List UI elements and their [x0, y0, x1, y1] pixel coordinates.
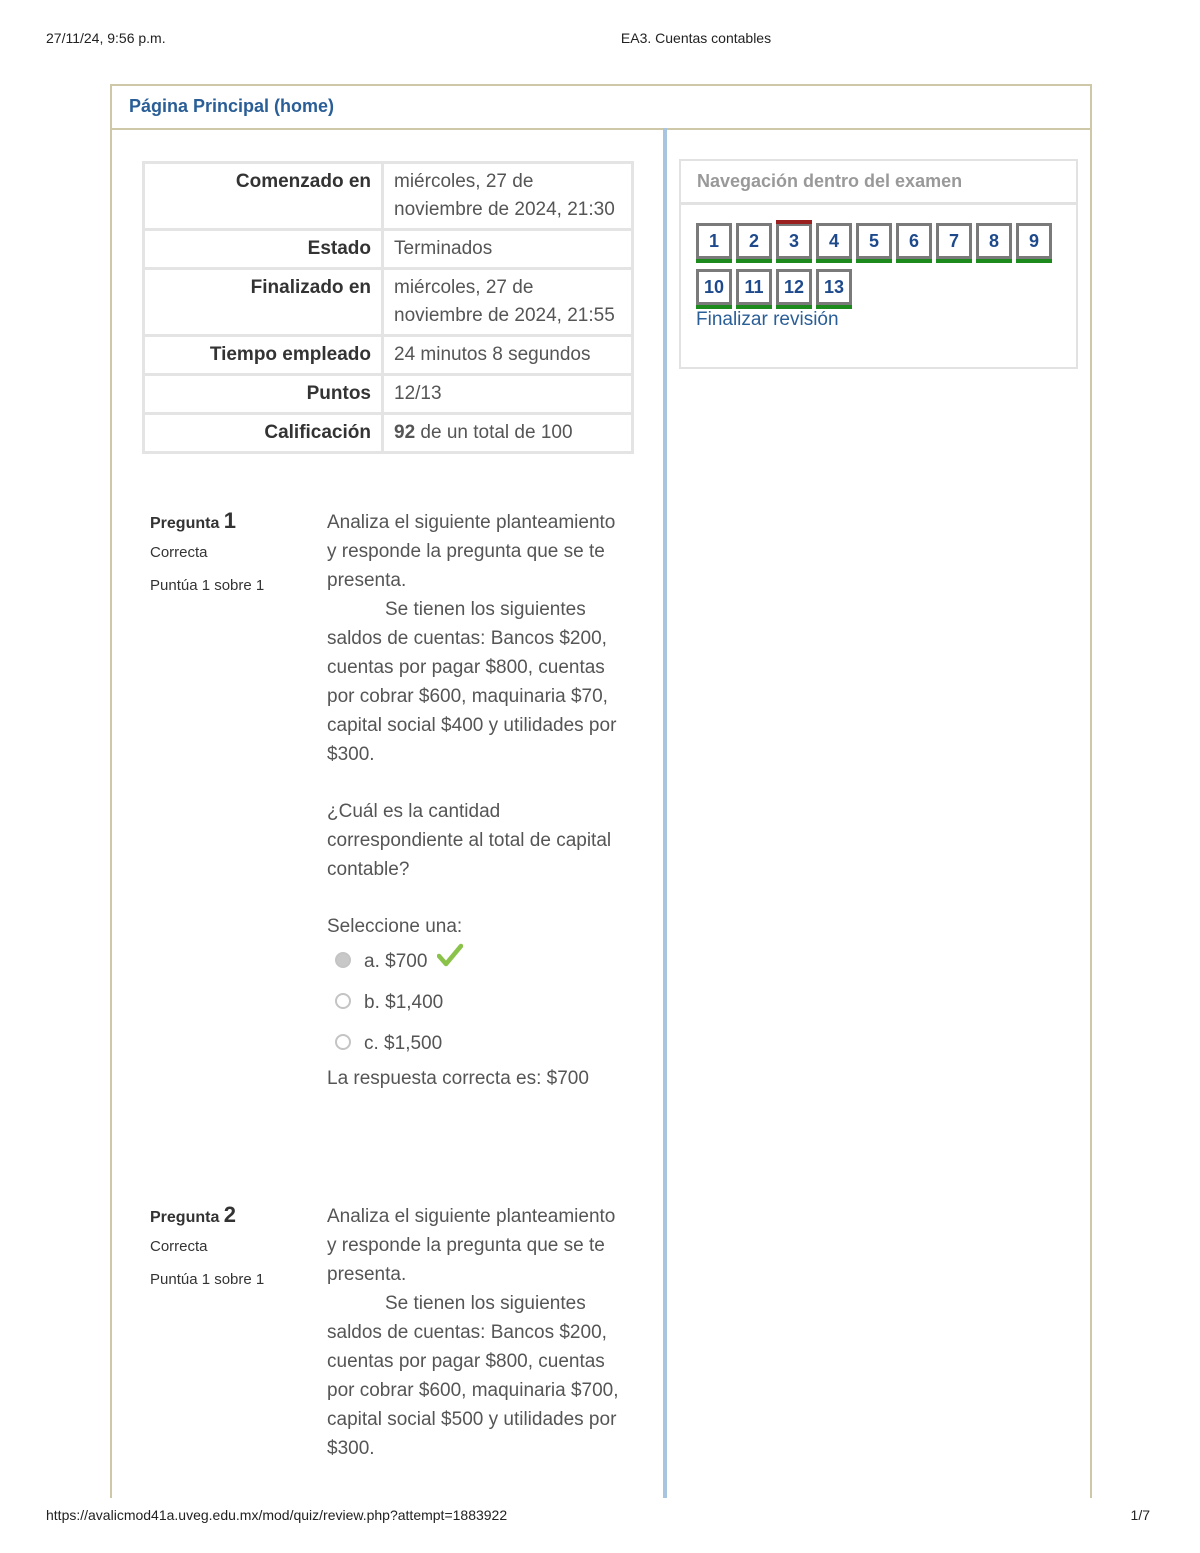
column-divider: [663, 128, 667, 1498]
summary-value: 92 de un total de 100: [381, 412, 634, 454]
summary-label: Finalizado en: [142, 267, 384, 337]
answer-option-a[interactable]: a. $700: [327, 941, 627, 982]
question-intro: Analiza el siguiente planteamiento y res…: [327, 1206, 616, 1285]
summary-value: 12/13: [381, 373, 634, 415]
question-number-value: 2: [223, 1202, 237, 1227]
question-label: Pregunta: [150, 515, 220, 532]
quiz-nav-button-11[interactable]: 11: [736, 269, 772, 309]
grade-suffix: de un total de 100: [415, 422, 573, 443]
question-prompt: ¿Cuál es la cantidad correspondiente al …: [327, 801, 612, 880]
summary-row-finished: Finalizado en miércoles, 27 de noviembre…: [142, 267, 634, 337]
finish-review-link[interactable]: Finalizar revisión: [696, 309, 839, 331]
summary-value: miércoles, 27 de noviembre de 2024, 21:3…: [381, 161, 634, 231]
attempt-summary-table: Comenzado en miércoles, 27 de noviembre …: [142, 161, 634, 454]
top-navbar: Página Principal (home): [112, 84, 1090, 130]
summary-value: 24 minutos 8 segundos: [381, 334, 634, 376]
page-frame: Página Principal (home) Comenzado en mié…: [110, 84, 1092, 1498]
quiz-nav-button-12[interactable]: 12: [776, 269, 812, 309]
print-url: https://avalicmod41a.uveg.edu.mx/mod/qui…: [46, 1507, 508, 1523]
question-state: Correcta: [150, 544, 208, 561]
print-header: 27/11/24, 9:56 p.m. EA3. Cuentas contabl…: [0, 30, 1200, 50]
radio-selected[interactable]: [335, 952, 351, 968]
summary-row-grade: Calificación 92 de un total de 100: [142, 412, 634, 454]
summary-label: Estado: [142, 228, 384, 270]
question-text: Analiza el siguiente planteamiento y res…: [327, 508, 627, 1093]
radio-unselected[interactable]: [335, 993, 351, 1009]
quiz-nav-button-6[interactable]: 6: [896, 223, 932, 263]
question-grade: Puntúa 1 sobre 1: [150, 1271, 265, 1288]
grade-number: 92: [394, 422, 416, 443]
question-info: Pregunta 2 Correcta Puntúa 1 sobre 1: [150, 1202, 310, 1288]
question-body: Se tienen los siguientes saldos de cuent…: [327, 599, 617, 765]
question-number: Pregunta 1: [150, 508, 310, 534]
quiz-nav-button-8[interactable]: 8: [976, 223, 1012, 263]
quiz-navigation-block: Navegación dentro del examen 1 2 3 4 5 6…: [679, 159, 1078, 369]
option-label: c. $1,500: [364, 1033, 443, 1054]
question-number: Pregunta 2: [150, 1202, 310, 1228]
option-label: a. $700: [364, 951, 428, 972]
question-grade: Puntúa 1 sobre 1: [150, 577, 265, 594]
option-label: b. $1,400: [364, 992, 444, 1013]
question-info: Pregunta 1 Correcta Puntúa 1 sobre 1: [150, 508, 310, 594]
question-label: Pregunta: [150, 1209, 220, 1226]
summary-row-time: Tiempo empleado 24 minutos 8 segundos: [142, 334, 634, 376]
summary-label: Tiempo empleado: [142, 334, 384, 376]
question-intro: Analiza el siguiente planteamiento y res…: [327, 512, 616, 591]
summary-value: miércoles, 27 de noviembre de 2024, 21:5…: [381, 267, 634, 337]
quiz-nav-button-13[interactable]: 13: [816, 269, 852, 309]
question-body: Se tienen los siguientes saldos de cuent…: [327, 1293, 619, 1459]
question-2: Pregunta 2 Correcta Puntúa 1 sobre 1 Ana…: [150, 1202, 630, 1462]
print-footer: https://avalicmod41a.uveg.edu.mx/mod/qui…: [0, 1507, 1200, 1527]
question-1: Pregunta 1 Correcta Puntúa 1 sobre 1 Ana…: [150, 508, 630, 1148]
answer-option-c[interactable]: c. $1,500: [327, 1023, 627, 1064]
question-number-value: 1: [223, 508, 237, 533]
correct-answer-feedback: La respuesta correcta es: $700: [327, 1068, 589, 1089]
question-text: Analiza el siguiente planteamiento y res…: [327, 1202, 627, 1463]
quiz-nav-button-7[interactable]: 7: [936, 223, 972, 263]
select-one-label: Seleccione una:: [327, 916, 463, 937]
summary-row-points: Puntos 12/13: [142, 373, 634, 415]
print-page-number: 1/7: [1130, 1507, 1150, 1523]
summary-value: Terminados: [381, 228, 634, 270]
quiz-nav-button-5[interactable]: 5: [856, 223, 892, 263]
print-title: EA3. Cuentas contables: [620, 30, 772, 46]
summary-row-state: Estado Terminados: [142, 228, 634, 270]
summary-label: Puntos: [142, 373, 384, 415]
question-state: Correcta: [150, 1238, 208, 1255]
quiz-nav-button-4[interactable]: 4: [816, 223, 852, 263]
quiz-nav-button-9[interactable]: 9: [1016, 223, 1052, 263]
checkmark-icon: [436, 941, 463, 982]
radio-unselected[interactable]: [335, 1034, 351, 1050]
quiz-nav-button-2[interactable]: 2: [736, 223, 772, 263]
quiz-nav-button-3[interactable]: 3: [776, 220, 812, 263]
summary-label: Comenzado en: [142, 161, 384, 231]
quiz-nav-button-10[interactable]: 10: [696, 269, 732, 309]
quiz-navigation-title: Navegación dentro del examen: [681, 161, 1076, 205]
answer-option-b[interactable]: b. $1,400: [327, 982, 627, 1023]
quiz-nav-button-1[interactable]: 1: [696, 223, 732, 263]
summary-row-started: Comenzado en miércoles, 27 de noviembre …: [142, 161, 634, 231]
summary-label: Calificación: [142, 412, 384, 454]
home-link[interactable]: Página Principal (home): [129, 96, 334, 117]
